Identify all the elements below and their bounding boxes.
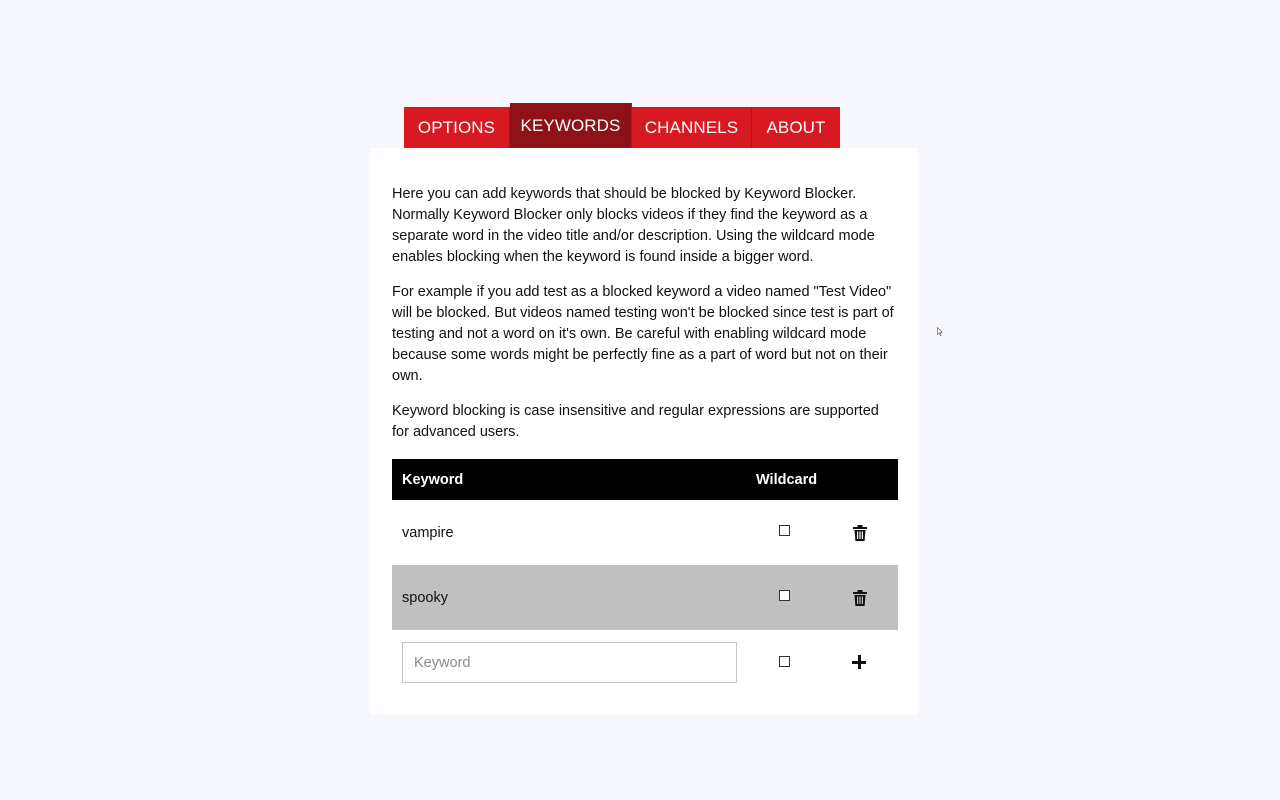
tab-options[interactable]: OPTIONS bbox=[404, 107, 510, 148]
tab-bar: OPTIONS KEYWORDS CHANNELS ABOUT bbox=[404, 103, 840, 148]
wildcard-checkbox[interactable] bbox=[779, 525, 790, 536]
keywords-panel: Here you can add keywords that should be… bbox=[370, 148, 918, 715]
keyword-value: vampire bbox=[402, 524, 454, 541]
table-row: spooky bbox=[392, 565, 898, 630]
description-paragraph-2: For example if you add test as a blocked… bbox=[392, 284, 894, 384]
add-keyword-row bbox=[392, 630, 898, 698]
header-wildcard: Wildcard bbox=[756, 471, 818, 488]
tab-keywords[interactable]: KEYWORDS bbox=[510, 103, 632, 148]
description-paragraph-3: Keyword blocking is case insensitive and… bbox=[392, 403, 879, 440]
keyword-input[interactable] bbox=[402, 642, 737, 683]
trash-icon[interactable] bbox=[853, 524, 867, 541]
keyword-value: spooky bbox=[402, 589, 448, 606]
new-wildcard-checkbox[interactable] bbox=[779, 656, 790, 667]
trash-icon[interactable] bbox=[853, 589, 867, 606]
mouse-cursor-icon bbox=[937, 327, 943, 336]
description: Here you can add keywords that should be… bbox=[392, 184, 897, 457]
keywords-table: Keyword Wildcard vampire spooky bbox=[392, 459, 898, 698]
wildcard-checkbox[interactable] bbox=[779, 590, 790, 601]
description-paragraph-1: Here you can add keywords that should be… bbox=[392, 186, 875, 265]
table-header: Keyword Wildcard bbox=[392, 459, 898, 500]
header-keyword: Keyword bbox=[402, 471, 464, 488]
tab-about[interactable]: ABOUT bbox=[752, 107, 840, 148]
tab-channels[interactable]: CHANNELS bbox=[632, 107, 752, 148]
table-row: vampire bbox=[392, 500, 898, 565]
plus-icon[interactable] bbox=[852, 655, 866, 669]
